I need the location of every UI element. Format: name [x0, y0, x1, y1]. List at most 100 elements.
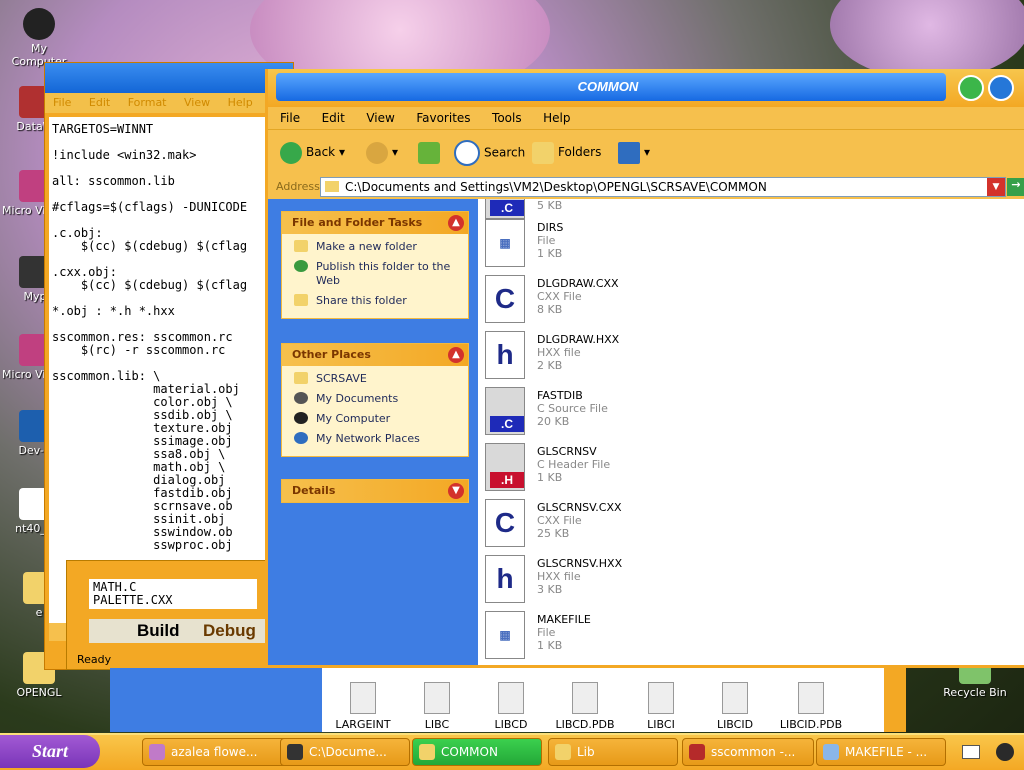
up-button[interactable]: [418, 140, 444, 164]
new-folder-icon: [294, 240, 308, 252]
views-button[interactable]: ▾: [618, 140, 650, 164]
cxx-file-icon: C: [485, 499, 525, 547]
list-item[interactable]: LIBCD.PDB: [550, 682, 620, 731]
views-icon: [618, 141, 640, 164]
menu-view[interactable]: View: [184, 96, 210, 109]
expand-icon[interactable]: ▼: [448, 483, 464, 499]
list-item[interactable]: LIBCD: [476, 682, 546, 731]
place-my-documents[interactable]: My Documents: [294, 392, 462, 406]
list-item[interactable]: LIBCID: [700, 682, 770, 731]
file-item[interactable]: h GLSCRNSV.HXX HXX file 3 KB: [483, 553, 783, 605]
explorer-window[interactable]: COMMON File Edit View Favorites Tools He…: [265, 69, 1024, 668]
file-item[interactable]: .H GLSCRNSV C Header File 1 KB: [483, 441, 783, 493]
make-new-folder-link[interactable]: Make a new folder: [294, 240, 462, 254]
list-item[interactable]: LIBC: [402, 682, 472, 731]
folders-button[interactable]: Folders: [532, 140, 601, 164]
c-source-file-icon: .C: [485, 387, 525, 435]
minimize-button[interactable]: [958, 75, 984, 101]
notepad-menu-bar: File Edit Format View Help: [45, 93, 293, 113]
forward-button[interactable]: ▾: [366, 140, 398, 164]
lib-window[interactable]: LARGEINT LIBC LIBCD LIBCD.PDB LIBCI LIBC…: [322, 668, 886, 732]
menu-view[interactable]: View: [366, 111, 394, 125]
back-button[interactable]: Back ▾: [280, 140, 345, 164]
menu-favorites[interactable]: Favorites: [416, 111, 470, 125]
build-window[interactable]: MATH.C PALETTE.CXX Build Debug Ready: [66, 560, 288, 670]
lib-window-scrollbar[interactable]: [884, 668, 906, 732]
file-item[interactable]: ▦ DIRS File 1 KB: [483, 217, 783, 269]
panel-header[interactable]: Other Places ▲: [282, 344, 468, 366]
file-item[interactable]: C GLSCRNSV.CXX CXX File 25 KB: [483, 497, 783, 549]
menu-tools[interactable]: Tools: [492, 111, 522, 125]
place-my-network-places[interactable]: My Network Places: [294, 432, 462, 446]
address-input[interactable]: C:\Documents and Settings\VM2\Desktop\OP…: [320, 177, 1006, 197]
file-icon: [498, 682, 524, 714]
menu-edit[interactable]: Edit: [322, 111, 345, 125]
collapse-icon[interactable]: ▲: [448, 347, 464, 363]
search-button[interactable]: Search: [454, 140, 525, 166]
list-item[interactable]: LARGEINT: [328, 682, 398, 731]
file-item[interactable]: h DLGDRAW.HXX HXX file 2 KB: [483, 329, 783, 381]
taskbar-item[interactable]: sscommon -...: [682, 738, 814, 766]
list-item[interactable]: LIBCID.PDB: [776, 682, 846, 731]
system-tray: [950, 739, 1024, 765]
go-button[interactable]: →: [1007, 178, 1024, 196]
share-folder-link[interactable]: Share this folder: [294, 294, 462, 308]
folder-icon: [532, 141, 554, 164]
file-list: .C 5 KB ▦ DIRS File 1 KB C DLGDRAW.CXX C…: [481, 199, 1024, 665]
taskbar-item[interactable]: Lib: [548, 738, 678, 766]
maximize-button[interactable]: [988, 75, 1014, 101]
folder-icon: [555, 744, 571, 760]
start-button[interactable]: Start: [0, 735, 100, 768]
file-icon: [572, 682, 598, 714]
place-my-computer[interactable]: My Computer: [294, 412, 462, 426]
explorer-title-bar[interactable]: COMMON: [268, 69, 1024, 107]
menu-file[interactable]: File: [53, 96, 71, 109]
taskbar-item[interactable]: MAKEFILE - ...: [816, 738, 946, 766]
taskbar-item[interactable]: azalea flowe...: [142, 738, 292, 766]
tab-build[interactable]: Build: [137, 621, 180, 641]
file-folder-tasks-panel: File and Folder Tasks ▲ Make a new folde…: [281, 211, 469, 319]
console-icon: [287, 744, 303, 760]
list-item[interactable]: PALETTE.CXX: [93, 594, 253, 607]
place-scrsave[interactable]: SCRSAVE: [294, 372, 462, 386]
other-places-panel: Other Places ▲ SCRSAVE My Documents My C…: [281, 343, 469, 457]
address-dropdown-button[interactable]: ▼: [987, 178, 1005, 196]
file-item[interactable]: ▦ MAKEFILE File 1 KB: [483, 609, 783, 661]
folder-icon: [294, 372, 308, 384]
build-tabs: Build Debug: [89, 619, 287, 643]
publish-web-link[interactable]: Publish this folder to the Web: [294, 260, 462, 288]
panel-header[interactable]: File and Folder Tasks ▲: [282, 212, 468, 234]
generic-file-icon: ▦: [485, 611, 525, 659]
cxx-file-icon: C: [485, 275, 525, 323]
build-file-list: MATH.C PALETTE.CXX: [89, 579, 257, 609]
wallpaper-flower: [830, 0, 1024, 80]
visual-studio-icon: [689, 744, 705, 760]
menu-file[interactable]: File: [280, 111, 300, 125]
keyboard-icon[interactable]: [962, 745, 980, 759]
tab-debug[interactable]: Debug: [203, 621, 256, 641]
file-icon: [722, 682, 748, 714]
details-panel: Details ▼: [281, 479, 469, 503]
generic-file-icon: ▦: [485, 219, 525, 267]
panel-header[interactable]: Details ▼: [282, 480, 468, 502]
menu-format[interactable]: Format: [128, 96, 167, 109]
taskbar-item[interactable]: C:\Docume...: [280, 738, 410, 766]
share-folder-icon: [294, 294, 308, 306]
file-item[interactable]: .C FASTDIB C Source File 20 KB: [483, 385, 783, 437]
notepad-title-bar[interactable]: [45, 63, 293, 93]
file-item[interactable]: C DLGDRAW.CXX CXX File 8 KB: [483, 273, 783, 325]
menu-help[interactable]: Help: [543, 111, 570, 125]
mickey-icon: [294, 412, 308, 424]
notepad-text-area[interactable]: TARGETOS=WINNT !include <win32.mak> all:…: [49, 117, 282, 627]
file-icon: [350, 682, 376, 714]
menu-edit[interactable]: Edit: [89, 96, 110, 109]
collapse-icon[interactable]: ▲: [448, 215, 464, 231]
address-bar: Address C:\Documents and Settings\VM2\De…: [268, 175, 1024, 199]
taskbar-item-active[interactable]: COMMON: [412, 738, 542, 766]
mickey-clock-icon[interactable]: [996, 743, 1014, 761]
address-label: Address: [276, 180, 320, 193]
list-item[interactable]: LIBCI: [626, 682, 696, 731]
menu-help[interactable]: Help: [228, 96, 253, 109]
hxx-file-icon: h: [485, 555, 525, 603]
desktop-icon-my-computer[interactable]: My Computer: [4, 8, 74, 68]
